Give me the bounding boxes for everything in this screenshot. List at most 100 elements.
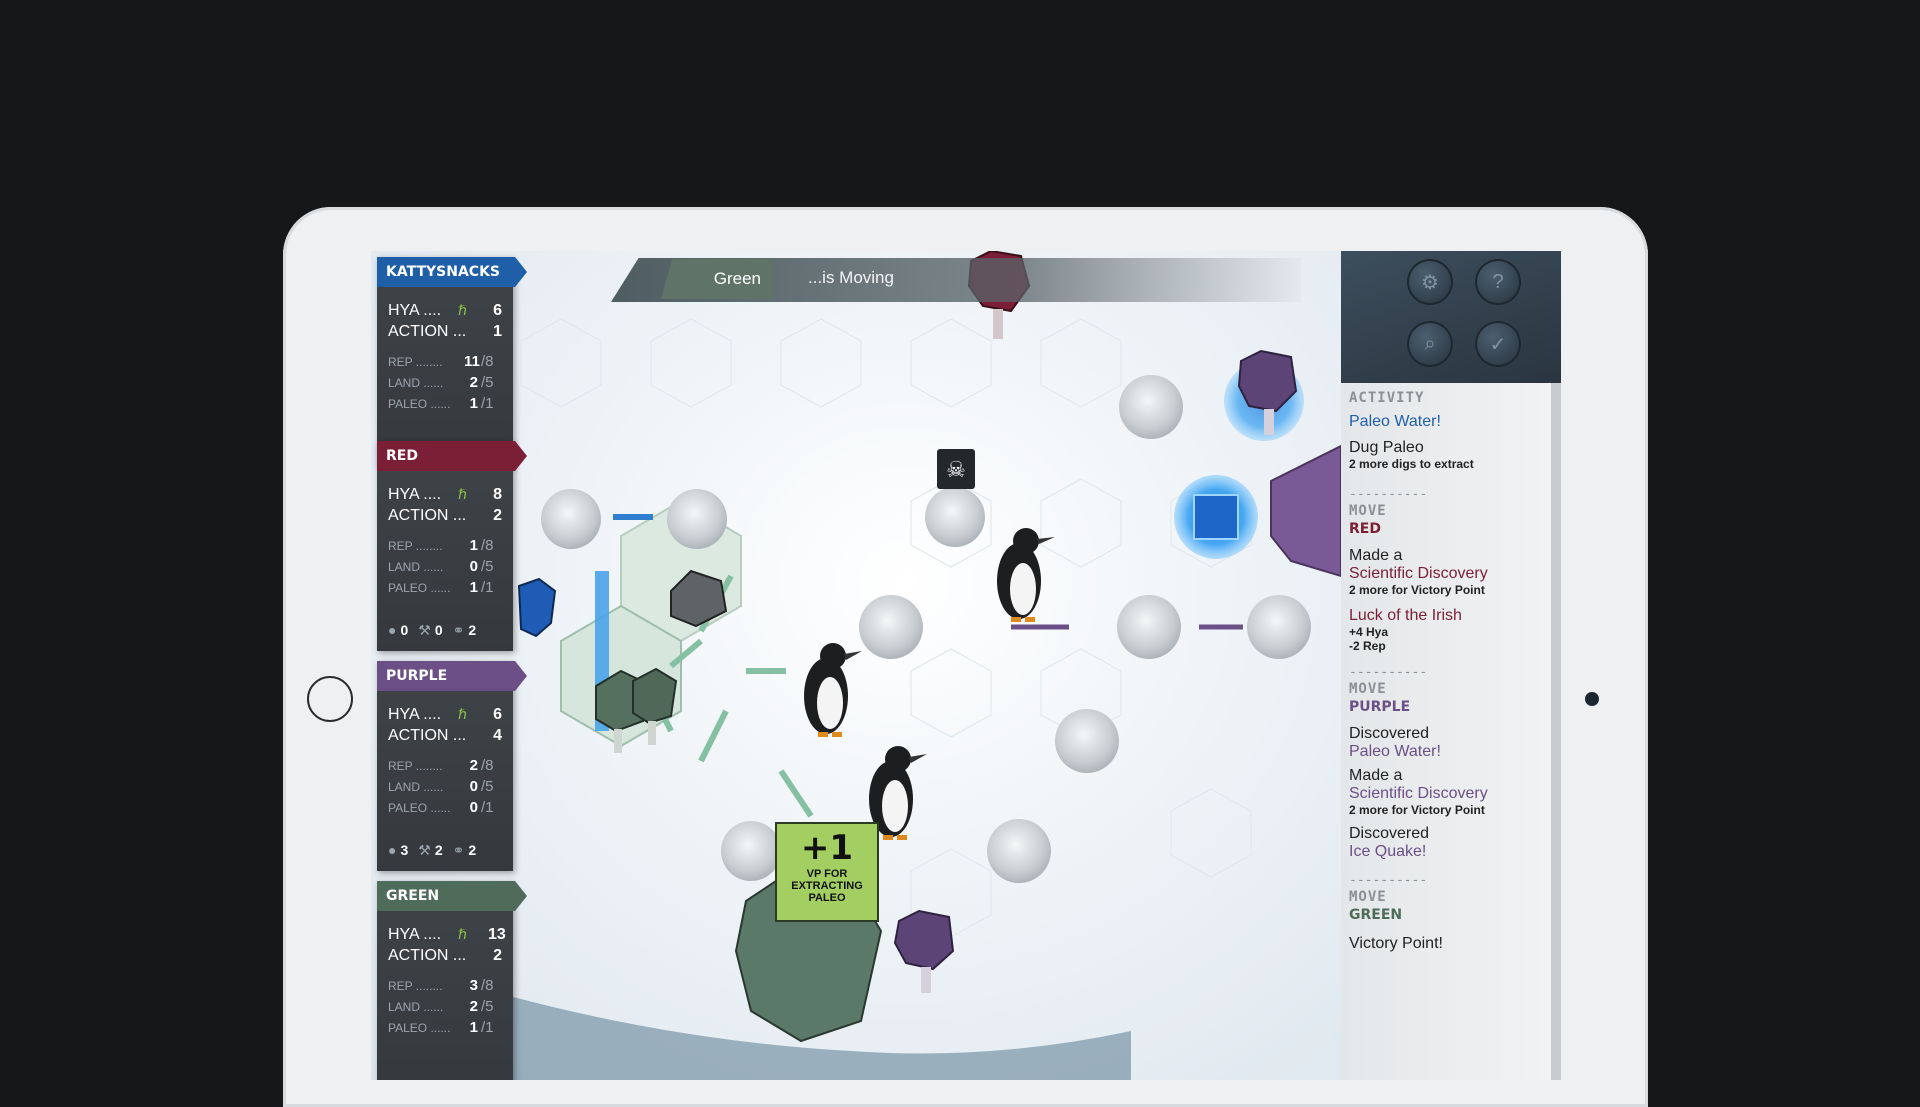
rep-max: /8 (481, 353, 494, 370)
rep-value: 11 (464, 353, 480, 370)
log-entry: Discovered Paleo Water! (1349, 725, 1549, 761)
gear-icon[interactable]: ⚙ (1407, 259, 1453, 305)
player-panel-kattysnacks[interactable]: KATTYSNACKS HYA .... ℏ 6 ACTION ... 1 REP .… (377, 257, 527, 467)
current-player-label: Green (661, 259, 773, 299)
rep-max: /8 (481, 977, 494, 994)
penguin[interactable] (804, 643, 862, 737)
resource-row: ● 3 ⚒ 2 ⚭ 2 (388, 842, 476, 859)
action-row: ACTION ... 4 (388, 727, 502, 745)
magnifier-icon[interactable]: ⌕ (1407, 321, 1453, 367)
action-row: ACTION ... 2 (388, 507, 502, 525)
vp-card: +1 VP FOR EXTRACTING PALEO (775, 822, 879, 922)
action-value: 4 (493, 727, 502, 744)
land-label: LAND ...... (388, 560, 444, 574)
action-value: 2 (493, 507, 502, 524)
purple-cliff (1270, 444, 1341, 578)
paleo-value: 0 (469, 799, 478, 816)
move-label: MOVE (1349, 889, 1387, 905)
purple-crystal-stem (921, 967, 931, 993)
hya-row: HYA .... ℏ 6 (388, 302, 502, 320)
action-label: ACTION ... (388, 507, 467, 524)
resource-a: ● 0 (388, 622, 409, 638)
log-separator: ---------- (1349, 873, 1428, 888)
rep-value: 3 (469, 977, 478, 994)
log-entry: Dug Paleo 2 more digs to extract (1349, 439, 1549, 471)
log-link[interactable]: Scientific Discovery (1349, 565, 1549, 583)
log-link[interactable]: Paleo Water! (1349, 743, 1549, 761)
move-player: PURPLE (1349, 699, 1411, 715)
move-player: RED (1349, 521, 1381, 537)
hya-icon: ℏ (458, 302, 467, 318)
vp-card-line: EXTRACTING (791, 880, 863, 892)
tool-icon: ⚒ (418, 622, 431, 638)
paleo-label: PALEO ...... (388, 1021, 451, 1035)
paleo-value: 1 (469, 395, 478, 412)
log-link[interactable]: Scientific Discovery (1349, 785, 1549, 803)
log-title: Dug Paleo (1349, 439, 1424, 456)
hya-label: HYA .... (388, 302, 442, 319)
vp-card-value: +1 (800, 828, 854, 868)
activity-scrollbar[interactable] (1551, 383, 1561, 1080)
land-value: 2 (469, 998, 478, 1015)
paleo-label: PALEO ...... (388, 581, 451, 595)
land-row: LAND ...... 2/5 (388, 998, 494, 1015)
player-panel-purple[interactable]: PURPLE HYA .... ℏ 6 ACTION ... 4 REP ......… (377, 661, 527, 871)
turn-status: ...is Moving (808, 268, 894, 287)
rep-label: REP ........ (388, 355, 443, 369)
paleo-row: PALEO ...... 1/1 (388, 395, 494, 412)
resource-row: ● 0 ⚒ 0 ⚭ 2 (388, 622, 476, 639)
action-value: 2 (493, 947, 502, 964)
move-label: MOVE (1349, 681, 1387, 697)
blue-ice-block (1193, 494, 1239, 540)
home-button[interactable] (307, 676, 353, 722)
move-player: GREEN (1349, 907, 1403, 923)
log-entry: Victory Point! (1349, 935, 1549, 953)
hya-icon: ℏ (458, 926, 467, 942)
log-link[interactable]: Luck of the Irish (1349, 607, 1549, 625)
player-name: GREEN (377, 881, 527, 911)
land-label: LAND ...... (388, 780, 444, 794)
land-max: /5 (481, 998, 494, 1015)
purple-crystal (893, 909, 955, 971)
log-sub: 2 more digs to extract (1349, 457, 1474, 471)
land-max: /5 (481, 558, 494, 575)
player-name: KATTYSNACKS (377, 257, 527, 287)
rep-row: REP ........ 11/8 (388, 353, 494, 370)
hya-row: HYA .... ℏ 8 (388, 486, 502, 504)
penguin[interactable] (997, 528, 1055, 622)
log-title: Discovered (1349, 725, 1430, 742)
player-name: RED (377, 441, 527, 471)
question-icon[interactable]: ? (1475, 259, 1521, 305)
red-crystal-stem (993, 309, 1003, 339)
rep-row: REP ........ 2/8 (388, 757, 494, 774)
paleo-max: /1 (481, 395, 494, 412)
action-label: ACTION ... (388, 727, 467, 744)
paleo-max: /1 (481, 579, 494, 596)
player-panel-red[interactable]: RED HYA .... ℏ 8 ACTION ... 2 REP ........ 1… (377, 441, 527, 651)
log-separator: ---------- (1349, 665, 1428, 680)
drop-icon: ● (388, 622, 397, 638)
rep-max: /8 (481, 757, 494, 774)
player-panel-green[interactable]: GREEN HYA .... ℏ 13 ACTION ... 2 REP ......… (377, 881, 527, 1080)
log-entry: Paleo Water! (1349, 413, 1549, 431)
resource-c: ⚭ 2 (452, 842, 477, 858)
log-link[interactable]: Ice Quake! (1349, 843, 1549, 861)
land-value: 0 (469, 778, 478, 795)
game-board[interactable]: ☠ +1 VP FOR EXTRACTING PALEO Green ...is… (371, 251, 1341, 1080)
paleo-value: 1 (469, 1019, 478, 1036)
paleo-label: PALEO ...... (388, 397, 451, 411)
activity-heading: ACTIVITY (1349, 390, 1425, 406)
activity-log[interactable]: ACTIVITY Paleo Water! Dug Paleo 2 more d… (1341, 383, 1551, 1080)
log-sub: -2 Rep (1349, 639, 1386, 653)
land-max: /5 (481, 374, 494, 391)
log-title: Made a (1349, 547, 1403, 564)
land-label: LAND ...... (388, 376, 444, 390)
drop-icon: ● (388, 842, 397, 858)
check-icon[interactable]: ✓ (1475, 321, 1521, 367)
paleo-row: PALEO ...... 0/1 (388, 799, 494, 816)
rep-value: 2 (469, 757, 478, 774)
blue-crystal (517, 577, 557, 638)
log-link[interactable]: Paleo Water! (1349, 413, 1549, 431)
paleo-row: PALEO ...... 1/1 (388, 579, 494, 596)
move-label: MOVE (1349, 503, 1387, 519)
